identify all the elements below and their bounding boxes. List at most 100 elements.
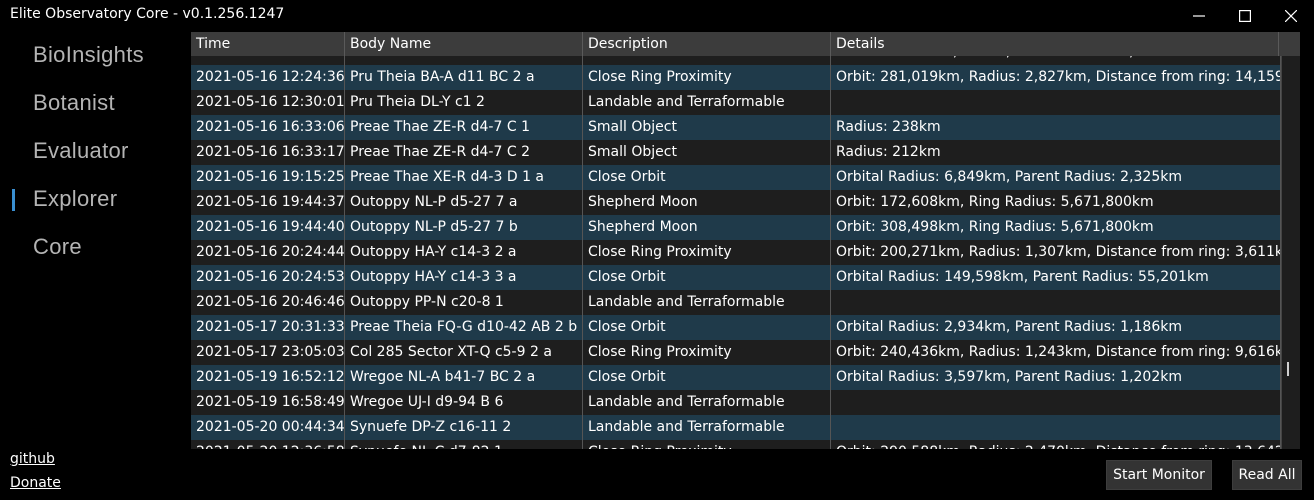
grid-header: Time Body Name Description Details <box>191 32 1300 56</box>
cell-details: Orbital Radius: 2,934km, Parent Radius: … <box>831 315 1281 340</box>
selected-indicator <box>12 189 15 211</box>
table-row[interactable]: 2021-05-16 12:30:01 Pru Theia DL-Y c1 2 La… <box>191 90 1281 115</box>
table-row[interactable]: 2021-05-16 16:33:17 Preae Thae ZE-R d4-7 … <box>191 140 1281 165</box>
table-row[interactable]: 2021-05-16 20:24:53 Outoppy HA-Y c14-3 3 … <box>191 265 1281 290</box>
cell-time: 2021-05-16 20:46:46 <box>191 290 345 315</box>
cell-details: Orbit: 281,019km, Radius: 2,827km, Dista… <box>831 65 1281 90</box>
cell-details <box>831 290 1281 315</box>
minimize-icon <box>1193 15 1205 17</box>
sidebar-item-core[interactable]: Core <box>33 234 82 260</box>
cell-description: Landable and Terraformable <box>583 390 831 415</box>
cell-time: 2021-05-16 16:33:17 <box>191 140 345 165</box>
grid-rows: 2021-05-16 12:24:17Pru Theia BA-A d11 BC… <box>191 32 1281 449</box>
table-row[interactable]: 2021-05-19 16:52:12 Wregoe NL-A b41-7 BC … <box>191 365 1281 390</box>
cell-time: 2021-05-19 16:52:12 <box>191 365 345 390</box>
cell-description: Close Orbit <box>583 365 831 390</box>
cell-description: Landable and Terraformable <box>583 415 831 440</box>
donate-link[interactable]: Donate <box>10 475 61 491</box>
cell-body: Outoppy PP-N c20-8 1 <box>345 290 583 315</box>
column-header-details[interactable]: Details <box>831 32 1279 56</box>
cell-description: Close Orbit <box>583 315 831 340</box>
maximize-button[interactable] <box>1222 0 1268 32</box>
cell-time: 2021-05-20 00:44:34 <box>191 415 345 440</box>
title-bar: Elite Observatory Core - v0.1.256.1247 <box>0 0 1314 32</box>
table-row[interactable]: 2021-05-16 19:44:37 Outoppy NL-P d5-27 7 … <box>191 190 1281 215</box>
table-row[interactable]: 2021-05-20 12:36:58Synuefe NL-C d7-82 1C… <box>191 440 1281 449</box>
start-monitor-button[interactable]: Start Monitor <box>1106 460 1212 490</box>
minimize-button[interactable] <box>1176 0 1222 32</box>
table-row[interactable]: 2021-05-16 12:24:36 Pru Theia BA-A d11 BC… <box>191 65 1281 90</box>
scrollbar-thumb[interactable] <box>1287 362 1289 376</box>
cell-time: 2021-05-19 16:58:49 <box>191 390 345 415</box>
close-button[interactable] <box>1268 0 1314 32</box>
findings-grid: 2021-05-16 12:24:17Pru Theia BA-A d11 BC… <box>191 32 1300 449</box>
cell-time: 2021-05-17 20:31:33 <box>191 315 345 340</box>
cell-details <box>831 415 1281 440</box>
table-row[interactable]: 2021-05-17 20:31:33 Preae Theia FQ-G d10-… <box>191 315 1281 340</box>
cell-description: Landable and Terraformable <box>583 90 831 115</box>
cell-details: Orbit: 290,588km, Radius: 2,470km, Dista… <box>831 440 1281 449</box>
cell-description: Shepherd Moon <box>583 215 831 240</box>
cell-time: 2021-05-17 23:05:03 <box>191 340 345 365</box>
cell-body: Wregoe UJ-I d9-94 B 6 <box>345 390 583 415</box>
cell-body: Outoppy NL-P d5-27 7 b <box>345 215 583 240</box>
cell-details: Radius: 212km <box>831 140 1281 165</box>
cell-description: Close Ring Proximity <box>583 440 831 449</box>
table-row[interactable]: 2021-05-20 00:44:34 Synuefe DP-Z c16-11 2… <box>191 415 1281 440</box>
cell-time: 2021-05-16 16:33:06 <box>191 115 345 140</box>
column-header-description[interactable]: Description <box>583 32 831 56</box>
vertical-scrollbar[interactable] <box>1281 56 1300 449</box>
sidebar-item-bioinsights[interactable]: BioInsights <box>33 42 144 68</box>
cell-time: 2021-05-16 20:24:53 <box>191 265 345 290</box>
cell-body: Pru Theia BA-A d11 BC 2 a <box>345 65 583 90</box>
cell-body: Preae Theia FQ-G d10-42 AB 2 b a <box>345 315 583 340</box>
cell-body: Outoppy HA-Y c14-3 2 a <box>345 240 583 265</box>
cell-description: Close Ring Proximity <box>583 65 831 90</box>
cell-body: Col 285 Sector XT-Q c5-9 2 a <box>345 340 583 365</box>
cell-description: Small Object <box>583 140 831 165</box>
cell-body: Pru Theia DL-Y c1 2 <box>345 90 583 115</box>
table-row[interactable]: 2021-05-19 16:58:49 Wregoe UJ-I d9-94 B 6… <box>191 390 1281 415</box>
sidebar-item-botanist[interactable]: Botanist <box>33 90 115 116</box>
maximize-icon <box>1239 10 1251 22</box>
cell-details: Radius: 238km <box>831 115 1281 140</box>
cell-details: Orbit: 200,271km, Radius: 1,307km, Dista… <box>831 240 1281 265</box>
window-title: Elite Observatory Core - v0.1.256.1247 <box>10 6 285 22</box>
table-row[interactable]: 2021-05-16 20:24:44 Outoppy HA-Y c14-3 2 … <box>191 240 1281 265</box>
sidebar-item-explorer[interactable]: Explorer <box>33 186 117 212</box>
column-header-body-name[interactable]: Body Name <box>345 32 583 56</box>
read-all-button[interactable]: Read All <box>1232 460 1302 490</box>
column-header-time[interactable]: Time <box>191 32 345 56</box>
github-link[interactable]: github <box>10 451 55 467</box>
cell-description: Landable and Terraformable <box>583 290 831 315</box>
cell-body: Outoppy HA-Y c14-3 3 a <box>345 265 583 290</box>
cell-time: 2021-05-16 19:44:40 <box>191 215 345 240</box>
cell-details: Orbit: 172,608km, Ring Radius: 5,671,800… <box>831 190 1281 215</box>
cell-body: Synuefe DP-Z c16-11 2 <box>345 415 583 440</box>
cell-body: Preae Thae XE-R d4-3 D 1 a <box>345 165 583 190</box>
cell-details: Orbital Radius: 3,597km, Parent Radius: … <box>831 365 1281 390</box>
cell-details: Orbital Radius: 6,849km, Parent Radius: … <box>831 165 1281 190</box>
cell-body: Preae Thae ZE-R d4-7 C 2 <box>345 140 583 165</box>
cell-body: Wregoe NL-A b41-7 BC 2 a <box>345 365 583 390</box>
cell-body: Outoppy NL-P d5-27 7 a <box>345 190 583 215</box>
sidebar-item-evaluator[interactable]: Evaluator <box>33 138 129 164</box>
table-row[interactable]: 2021-05-16 19:15:25 Preae Thae XE-R d4-3 … <box>191 165 1281 190</box>
cell-description: Small Object <box>583 115 831 140</box>
table-row[interactable]: 2021-05-16 16:33:06 Preae Thae ZE-R d4-7 … <box>191 115 1281 140</box>
cell-details <box>831 90 1281 115</box>
cell-details: Orbital Radius: 149,598km, Parent Radius… <box>831 265 1281 290</box>
cell-description: Close Orbit <box>583 265 831 290</box>
table-row[interactable]: 2021-05-17 23:05:03 Col 285 Sector XT-Q c… <box>191 340 1281 365</box>
table-row[interactable]: 2021-05-16 20:46:46 Outoppy PP-N c20-8 1L… <box>191 290 1281 315</box>
cell-details: Orbit: 240,436km, Radius: 1,243km, Dista… <box>831 340 1281 365</box>
cell-details: Orbit: 308,498km, Ring Radius: 5,671,800… <box>831 215 1281 240</box>
close-icon <box>1285 10 1297 22</box>
cell-description: Shepherd Moon <box>583 190 831 215</box>
cell-time: 2021-05-20 12:36:58 <box>191 440 345 449</box>
cell-body: Synuefe NL-C d7-82 1 <box>345 440 583 449</box>
sidebar: BioInsights Botanist Evaluator Explorer … <box>0 32 190 472</box>
cell-description: Close Ring Proximity <box>583 240 831 265</box>
cell-details <box>831 390 1281 415</box>
table-row[interactable]: 2021-05-16 19:44:40 Outoppy NL-P d5-27 7 … <box>191 215 1281 240</box>
